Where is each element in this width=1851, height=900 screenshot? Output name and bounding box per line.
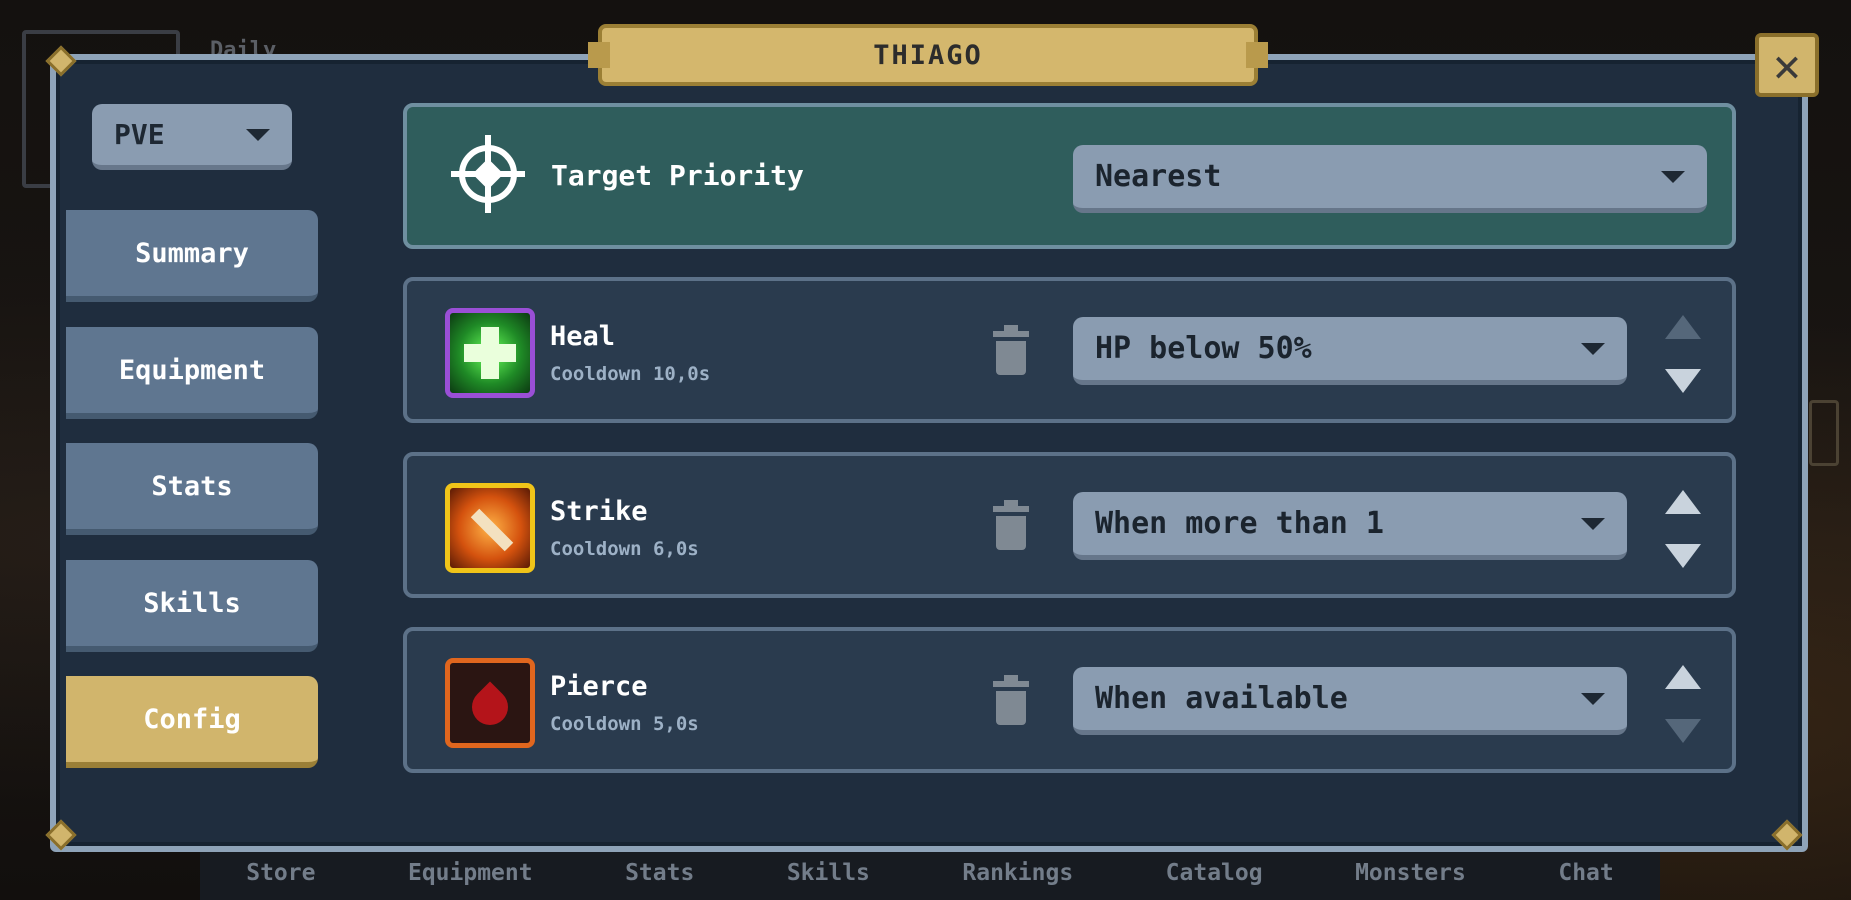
trash-icon[interactable]	[993, 500, 1029, 550]
skill-condition-dropdown[interactable]: When available	[1073, 667, 1627, 735]
strike-sword-icon	[445, 483, 535, 573]
mode-dropdown[interactable]: PVE	[92, 104, 292, 170]
chevron-down-icon	[1661, 170, 1685, 183]
skill-row-heal: Heal Cooldown 10,0s HP below 50%	[403, 277, 1736, 423]
title-plate: THIAGO	[588, 24, 1268, 86]
move-down-arrow-icon[interactable]	[1665, 369, 1701, 393]
sidebar-item-label: Stats	[151, 470, 233, 502]
sidebar-item-label: Summary	[135, 237, 249, 269]
bottom-nav-monsters[interactable]: Monsters	[1355, 860, 1466, 886]
target-priority-dropdown[interactable]: Nearest	[1073, 145, 1707, 213]
bottom-nav-store[interactable]: Store	[246, 860, 315, 886]
chevron-down-icon	[1581, 517, 1605, 530]
skill-name: Pierce	[550, 671, 648, 702]
heal-cross-icon	[445, 308, 535, 398]
bottom-nav: Store Equipment Stats Skills Rankings Ca…	[200, 845, 1660, 900]
skill-name: Strike	[550, 496, 648, 527]
move-down-arrow-icon[interactable]	[1665, 544, 1701, 568]
skill-cooldown: Cooldown 5,0s	[550, 713, 699, 735]
bottom-nav-equipment[interactable]: Equipment	[408, 860, 533, 886]
bottom-nav-chat[interactable]: Chat	[1558, 860, 1613, 886]
sidebar-item-config[interactable]: Config	[66, 676, 318, 768]
sidebar-item-stats[interactable]: Stats	[66, 443, 318, 535]
skill-condition-value: When more than 1	[1095, 506, 1384, 541]
move-down-arrow-icon[interactable]	[1665, 719, 1701, 743]
sidebar-item-label: Skills	[143, 587, 241, 619]
sidebar-item-skills[interactable]: Skills	[66, 560, 318, 652]
skill-condition-dropdown[interactable]: When more than 1	[1073, 492, 1627, 560]
target-priority-value: Nearest	[1095, 159, 1222, 194]
skill-condition-value: When available	[1095, 681, 1348, 716]
sidebar-item-label: Config	[143, 703, 241, 735]
mode-dropdown-value: PVE	[114, 118, 165, 151]
move-up-arrow-icon[interactable]	[1665, 315, 1701, 339]
trash-icon[interactable]	[993, 675, 1029, 725]
target-priority-label: Target Priority	[551, 159, 804, 192]
skill-cooldown: Cooldown 10,0s	[550, 363, 711, 385]
character-name: THIAGO	[873, 39, 983, 71]
target-priority-row: Target Priority Nearest	[403, 103, 1736, 249]
skill-name: Heal	[550, 321, 616, 352]
crosshair-icon-vertical	[485, 135, 491, 213]
bottom-nav-rankings[interactable]: Rankings	[962, 860, 1073, 886]
skill-row-strike: Strike Cooldown 6,0s When more than 1	[403, 452, 1736, 598]
skill-row-pierce: Pierce Cooldown 5,0s When available	[403, 627, 1736, 773]
trash-icon[interactable]	[993, 325, 1029, 375]
blood-drop-icon	[445, 658, 535, 748]
skill-condition-value: HP below 50%	[1095, 331, 1312, 366]
background-right-icon	[1809, 400, 1839, 466]
move-up-arrow-icon[interactable]	[1665, 490, 1701, 514]
skill-cooldown: Cooldown 6,0s	[550, 538, 699, 560]
bottom-nav-catalog[interactable]: Catalog	[1166, 860, 1263, 886]
close-icon: ✕	[1773, 38, 1801, 92]
close-button[interactable]: ✕	[1755, 33, 1819, 97]
sidebar-item-summary[interactable]: Summary	[66, 210, 318, 302]
chevron-down-icon	[1581, 692, 1605, 705]
chevron-down-icon	[246, 128, 270, 141]
move-up-arrow-icon[interactable]	[1665, 665, 1701, 689]
sidebar-item-label: Equipment	[118, 354, 266, 386]
sidebar-item-equipment[interactable]: Equipment	[66, 327, 318, 419]
bottom-nav-stats[interactable]: Stats	[625, 860, 694, 886]
chevron-down-icon	[1581, 342, 1605, 355]
bottom-nav-skills[interactable]: Skills	[787, 860, 870, 886]
skill-condition-dropdown[interactable]: HP below 50%	[1073, 317, 1627, 385]
